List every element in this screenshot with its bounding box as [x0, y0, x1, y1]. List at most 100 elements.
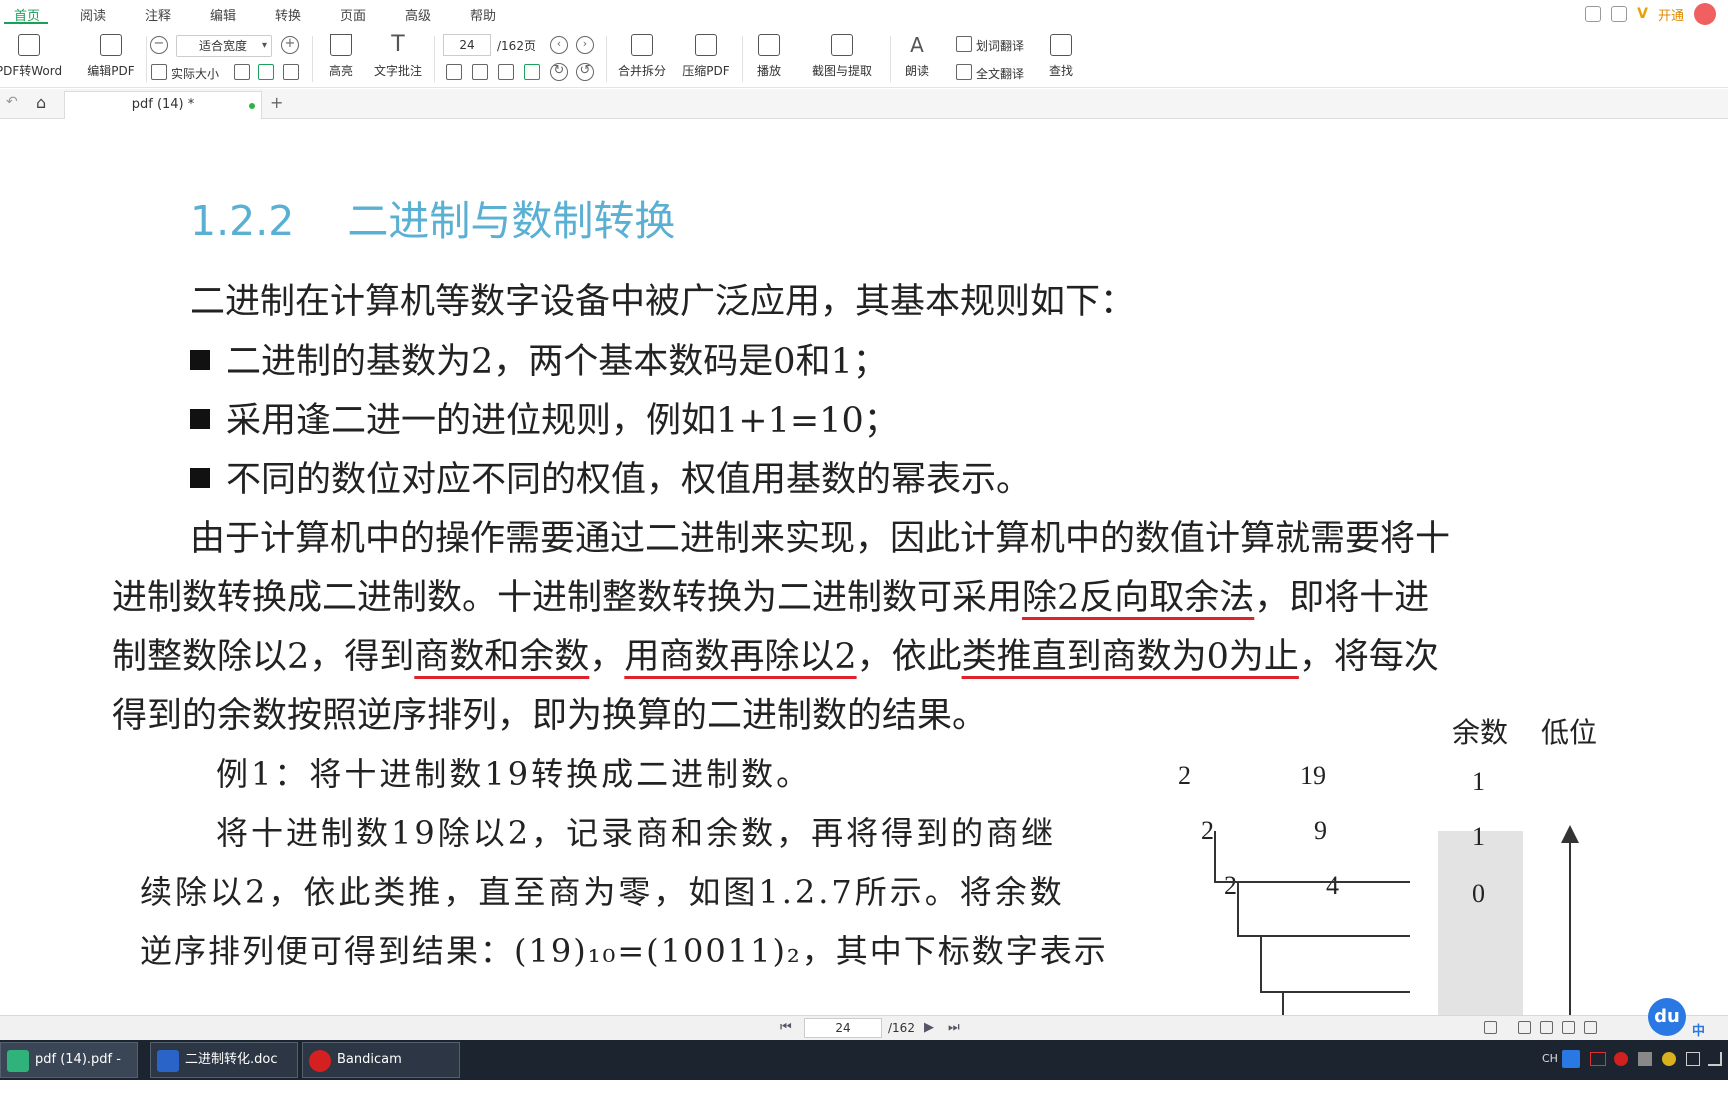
- divider: [606, 36, 607, 82]
- text-icon: T: [391, 32, 405, 57]
- cloud-icon[interactable]: [1585, 6, 1602, 22]
- two-page-icon[interactable]: [472, 64, 488, 80]
- menu-edit[interactable]: 编辑: [210, 5, 236, 24]
- menu-annotate[interactable]: 注释: [145, 5, 171, 24]
- read-aloud-button[interactable]: A 朗读: [900, 34, 934, 79]
- division-bracket: [1214, 881, 1410, 883]
- tray-network-icon[interactable]: [1708, 1052, 1722, 1066]
- edit-pdf-button[interactable]: 编辑PDF: [78, 34, 144, 79]
- rotate-left-icon[interactable]: ↺: [576, 63, 594, 81]
- vip-open-button[interactable]: 开通: [1658, 5, 1684, 24]
- document-view[interactable]: 1.2.2 二进制与数制转换 二进制在计算机等数字设备中被广泛应用，其基本规则如…: [0, 119, 1728, 1015]
- actual-size-label[interactable]: 实际大小: [171, 65, 219, 82]
- rotate-right-icon[interactable]: ↻: [550, 63, 568, 81]
- tab-document[interactable]: pdf (14) *: [64, 91, 262, 119]
- view-mode-icon[interactable]: [1484, 1021, 1497, 1034]
- screenshot-extract-button[interactable]: 截图与提取: [806, 34, 878, 79]
- bullet-square: [190, 408, 210, 429]
- first-page-icon[interactable]: ⏮: [780, 1020, 792, 1035]
- status-page-input[interactable]: 24: [804, 1018, 882, 1038]
- zoom-select[interactable]: 适合宽度: [176, 35, 272, 57]
- tray-lang[interactable]: CH: [1542, 1052, 1558, 1065]
- search-icon: [1050, 34, 1072, 56]
- play-label: 播放: [756, 64, 781, 78]
- bullet-text: 不同的数位对应不同的权值，权值用基数的幂表示。: [226, 460, 1032, 500]
- underlined-text: 用商数再除以2: [624, 637, 857, 677]
- division-bracket: [1237, 935, 1410, 937]
- back-icon[interactable]: ↶: [6, 94, 18, 110]
- division-bracket: [1214, 831, 1216, 881]
- tray-baidu-icon[interactable]: [1562, 1050, 1580, 1068]
- play-button[interactable]: 播放: [750, 34, 788, 79]
- share-icon[interactable]: [1611, 6, 1628, 22]
- tray-record-icon[interactable]: [1614, 1052, 1628, 1066]
- actual-size-icon[interactable]: [151, 64, 167, 80]
- zoom-value: 适合宽度: [199, 39, 248, 53]
- word-translate-button[interactable]: 划词翻译: [976, 37, 1024, 54]
- fit-page-icon[interactable]: [234, 64, 250, 80]
- page-number-input[interactable]: 24: [443, 34, 491, 56]
- last-page-icon[interactable]: ⏭: [948, 1020, 960, 1035]
- divider: [312, 36, 313, 82]
- next-icon[interactable]: ▶: [924, 1020, 934, 1035]
- pdf-to-word-button[interactable]: PDF转Word: [0, 34, 62, 79]
- translate-icon[interactable]: [956, 36, 972, 52]
- tray-wps-icon[interactable]: [1590, 1052, 1606, 1066]
- section-heading: 1.2.2 二进制与数制转换: [190, 187, 675, 247]
- compress-pdf-button[interactable]: 压缩PDF: [678, 34, 734, 79]
- single-view-icon[interactable]: [1518, 1021, 1531, 1034]
- unsaved-dot: [249, 103, 255, 109]
- fit-width-icon[interactable]: [258, 64, 274, 80]
- bullet-text: 采用逢二进一的进位规则，例如1+1=10；: [226, 401, 899, 441]
- avatar[interactable]: [1694, 3, 1716, 25]
- home-icon[interactable]: ⌂: [36, 93, 46, 112]
- bullet-square: [190, 467, 210, 488]
- divider: [434, 36, 435, 82]
- prev-page-icon[interactable]: ‹: [550, 36, 568, 54]
- text-select-icon[interactable]: [283, 64, 299, 80]
- vip-icon: V: [1637, 6, 1648, 22]
- tray-flag-icon[interactable]: [1638, 1052, 1652, 1066]
- divider: [146, 36, 147, 82]
- scroll-view-icon[interactable]: [1562, 1021, 1575, 1034]
- ime-lang-label[interactable]: 中: [1692, 1020, 1705, 1039]
- menu-page[interactable]: 页面: [340, 5, 366, 24]
- bullet-square: [190, 349, 210, 370]
- text-annotation-label: 文字批注: [373, 64, 422, 78]
- heading-number: 1.2.2: [190, 197, 295, 245]
- new-tab-icon[interactable]: +: [270, 93, 283, 112]
- zoom-out-icon[interactable]: −: [150, 36, 168, 54]
- multi-page-icon[interactable]: [498, 64, 514, 80]
- zoom-in-icon[interactable]: +: [281, 36, 299, 54]
- task-pdf-reader[interactable]: pdf (14).pdf - 迅...: [0, 1042, 138, 1101]
- tray-volume-icon[interactable]: [1686, 1052, 1700, 1066]
- menu-advanced[interactable]: 高级: [405, 5, 431, 24]
- full-translate-button[interactable]: 全文翻译: [976, 65, 1024, 82]
- menu-help[interactable]: 帮助: [470, 5, 496, 24]
- find-button[interactable]: 查找: [1048, 34, 1074, 79]
- grid-view-icon[interactable]: [1584, 1021, 1597, 1034]
- menu-convert[interactable]: 转换: [275, 5, 301, 24]
- tray-shield-icon[interactable]: [1662, 1052, 1676, 1066]
- paragraph-line: 由于计算机中的操作需要通过二进制来实现，因此计算机中的数值计算就需要将十: [190, 519, 1451, 559]
- text-annotation-button[interactable]: T 文字批注: [370, 34, 426, 79]
- tab-label: pdf (14) *: [131, 97, 195, 112]
- next-page-icon[interactable]: ›: [576, 36, 594, 54]
- divisor: 2: [1224, 871, 1237, 900]
- full-translate-icon[interactable]: [956, 64, 972, 80]
- menu-read[interactable]: 阅读: [80, 5, 106, 24]
- task-label: Bandicam: [337, 1052, 402, 1067]
- task-label: pdf (14).pdf - 迅...: [35, 1052, 121, 1101]
- divisor: 2: [1201, 816, 1214, 845]
- baidu-ime-icon[interactable]: du: [1648, 998, 1686, 1036]
- merge-split-label: 合并拆分: [617, 64, 666, 78]
- menu-bar: 首页 阅读 注释 编辑 转换 页面 高级 帮助 V 开通: [0, 0, 1728, 26]
- single-page-icon[interactable]: [446, 64, 462, 80]
- double-view-icon[interactable]: [1540, 1021, 1553, 1034]
- continuous-scroll-icon[interactable]: [524, 64, 540, 80]
- highlight-button[interactable]: 高亮: [320, 34, 362, 79]
- merge-split-button[interactable]: 合并拆分: [614, 34, 670, 79]
- task-bandicam[interactable]: Bandicam: [302, 1042, 460, 1078]
- intro-paragraph: 二进制在计算机等数字设备中被广泛应用，其基本规则如下：: [190, 282, 1136, 322]
- task-word-doc[interactable]: 二进制转化.doc *...: [150, 1042, 298, 1101]
